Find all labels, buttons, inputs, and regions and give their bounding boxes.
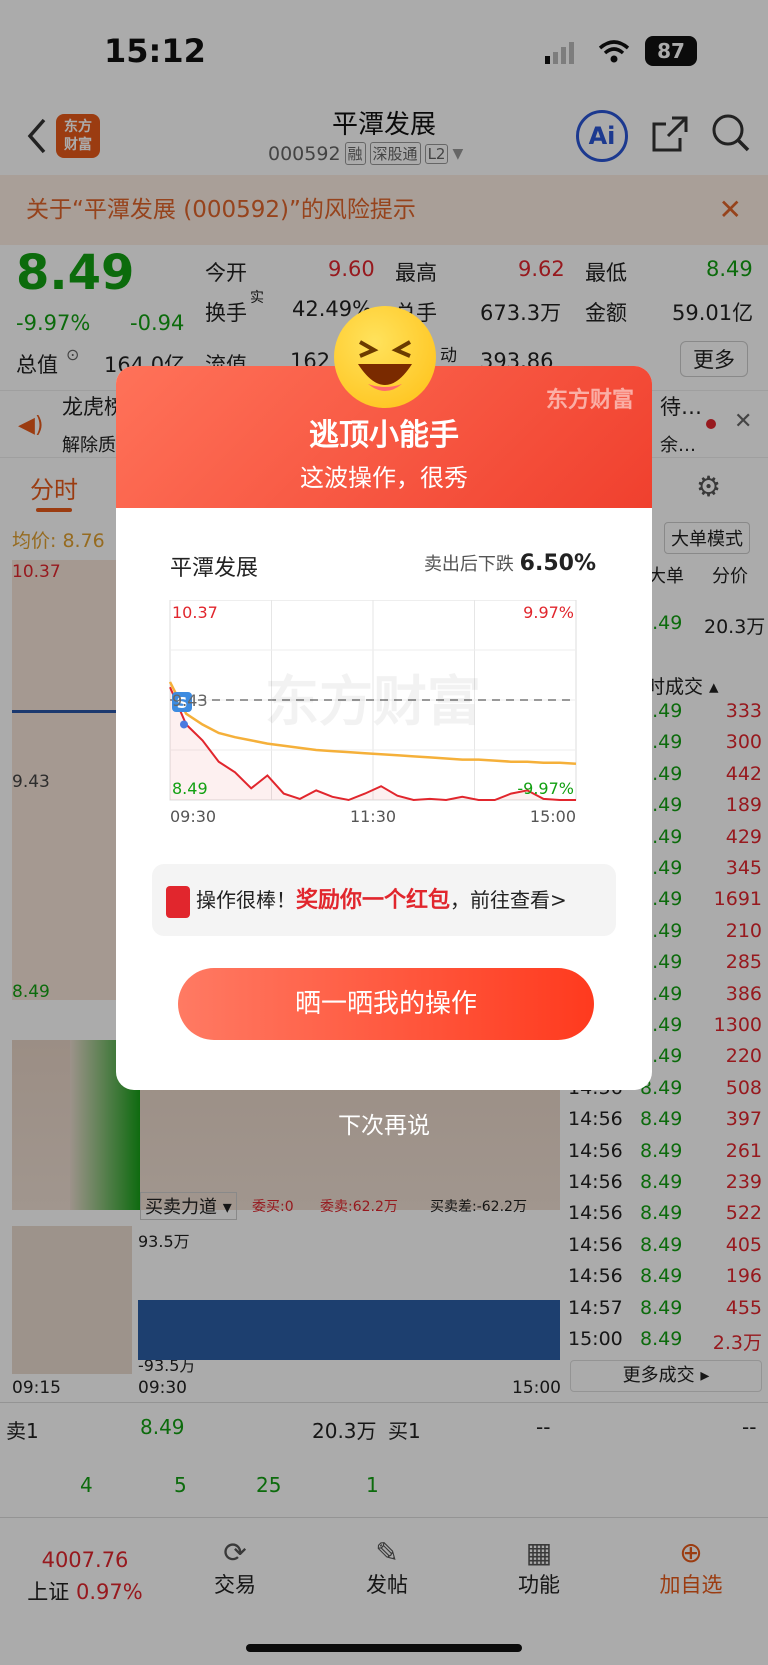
x-tick-label: 11:30 <box>350 807 396 826</box>
modal-title: 逃顶小能手 <box>309 418 459 453</box>
modal-stock-name: 平潭发展 <box>170 556 259 581</box>
reward-highlight: 奖励你一个红包 <box>296 888 451 913</box>
modal-drop: 卖出后下跌 6.50% <box>423 551 596 576</box>
y-right-top-label: 9.97% <box>523 603 574 622</box>
y-axis-bottom-label: 8.49 <box>172 779 208 798</box>
red-envelope-icon <box>166 885 190 918</box>
share-operation-button[interactable]: 晒一晒我的操作 <box>178 968 594 1040</box>
achievement-modal: 东方财富 逃顶小能手 这波操作，很秀 平潭发展 卖出后下跌 6.50% 东方财富… <box>116 366 652 1090</box>
y-axis-mid-label: 9.43 <box>172 691 208 710</box>
x-tick-label: 15:00 <box>530 807 576 826</box>
sell-dot <box>180 720 188 729</box>
modal-drop-value: 6.50% <box>519 551 596 576</box>
dismiss-link[interactable]: 下次再说 <box>0 1106 768 1140</box>
modal-subtitle: 这波操作，很秀 <box>300 464 468 492</box>
reward-banner[interactable]: 操作很棒！奖励你一个红包，前往查看> <box>152 864 616 936</box>
chart-watermark: 东方财富 <box>265 670 481 733</box>
y-axis-top-label: 10.37 <box>172 603 218 622</box>
modal-price-chart: 东方财富S10.379.438.499.97%-9.97%09:30 11:30 1… <box>168 600 577 826</box>
laughing-emoji-icon <box>334 306 436 408</box>
x-tick-label: 09:30 <box>170 807 216 826</box>
y-right-bottom-label: -9.97% <box>517 779 574 798</box>
